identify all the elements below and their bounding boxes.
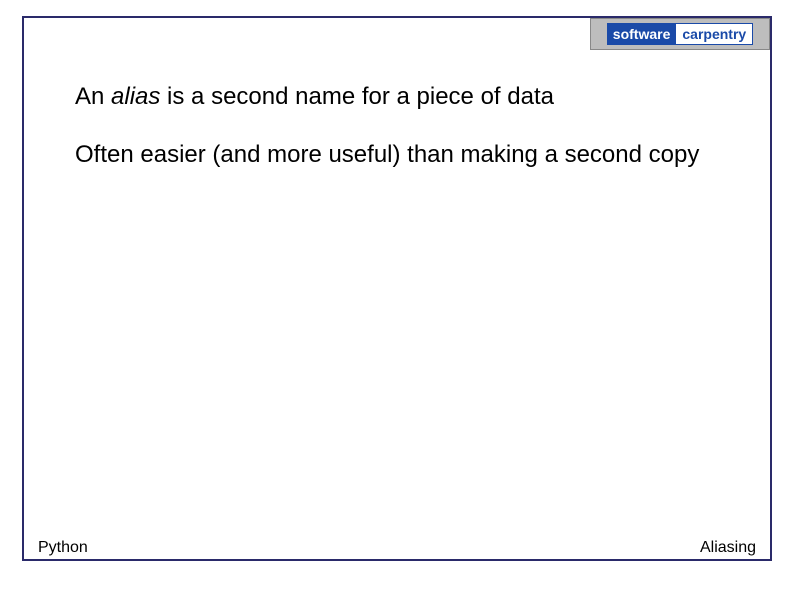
footer-left: Python (38, 539, 88, 557)
text-post: is a second name for a piece of data (160, 83, 554, 110)
software-carpentry-logo: software carpentry (590, 18, 770, 50)
logo-inner: software carpentry (607, 23, 753, 45)
text-emphasis-alias: alias (111, 83, 160, 110)
content-line-1: An alias is a second name for a piece of… (75, 80, 734, 114)
logo-text-carpentry: carpentry (676, 23, 753, 45)
text-pre: An (75, 83, 111, 110)
footer-right: Aliasing (700, 539, 756, 557)
logo-text-software: software (607, 23, 677, 45)
slide-content: An alias is a second name for a piece of… (75, 80, 734, 195)
content-line-2: Often easier (and more useful) than maki… (75, 138, 734, 172)
